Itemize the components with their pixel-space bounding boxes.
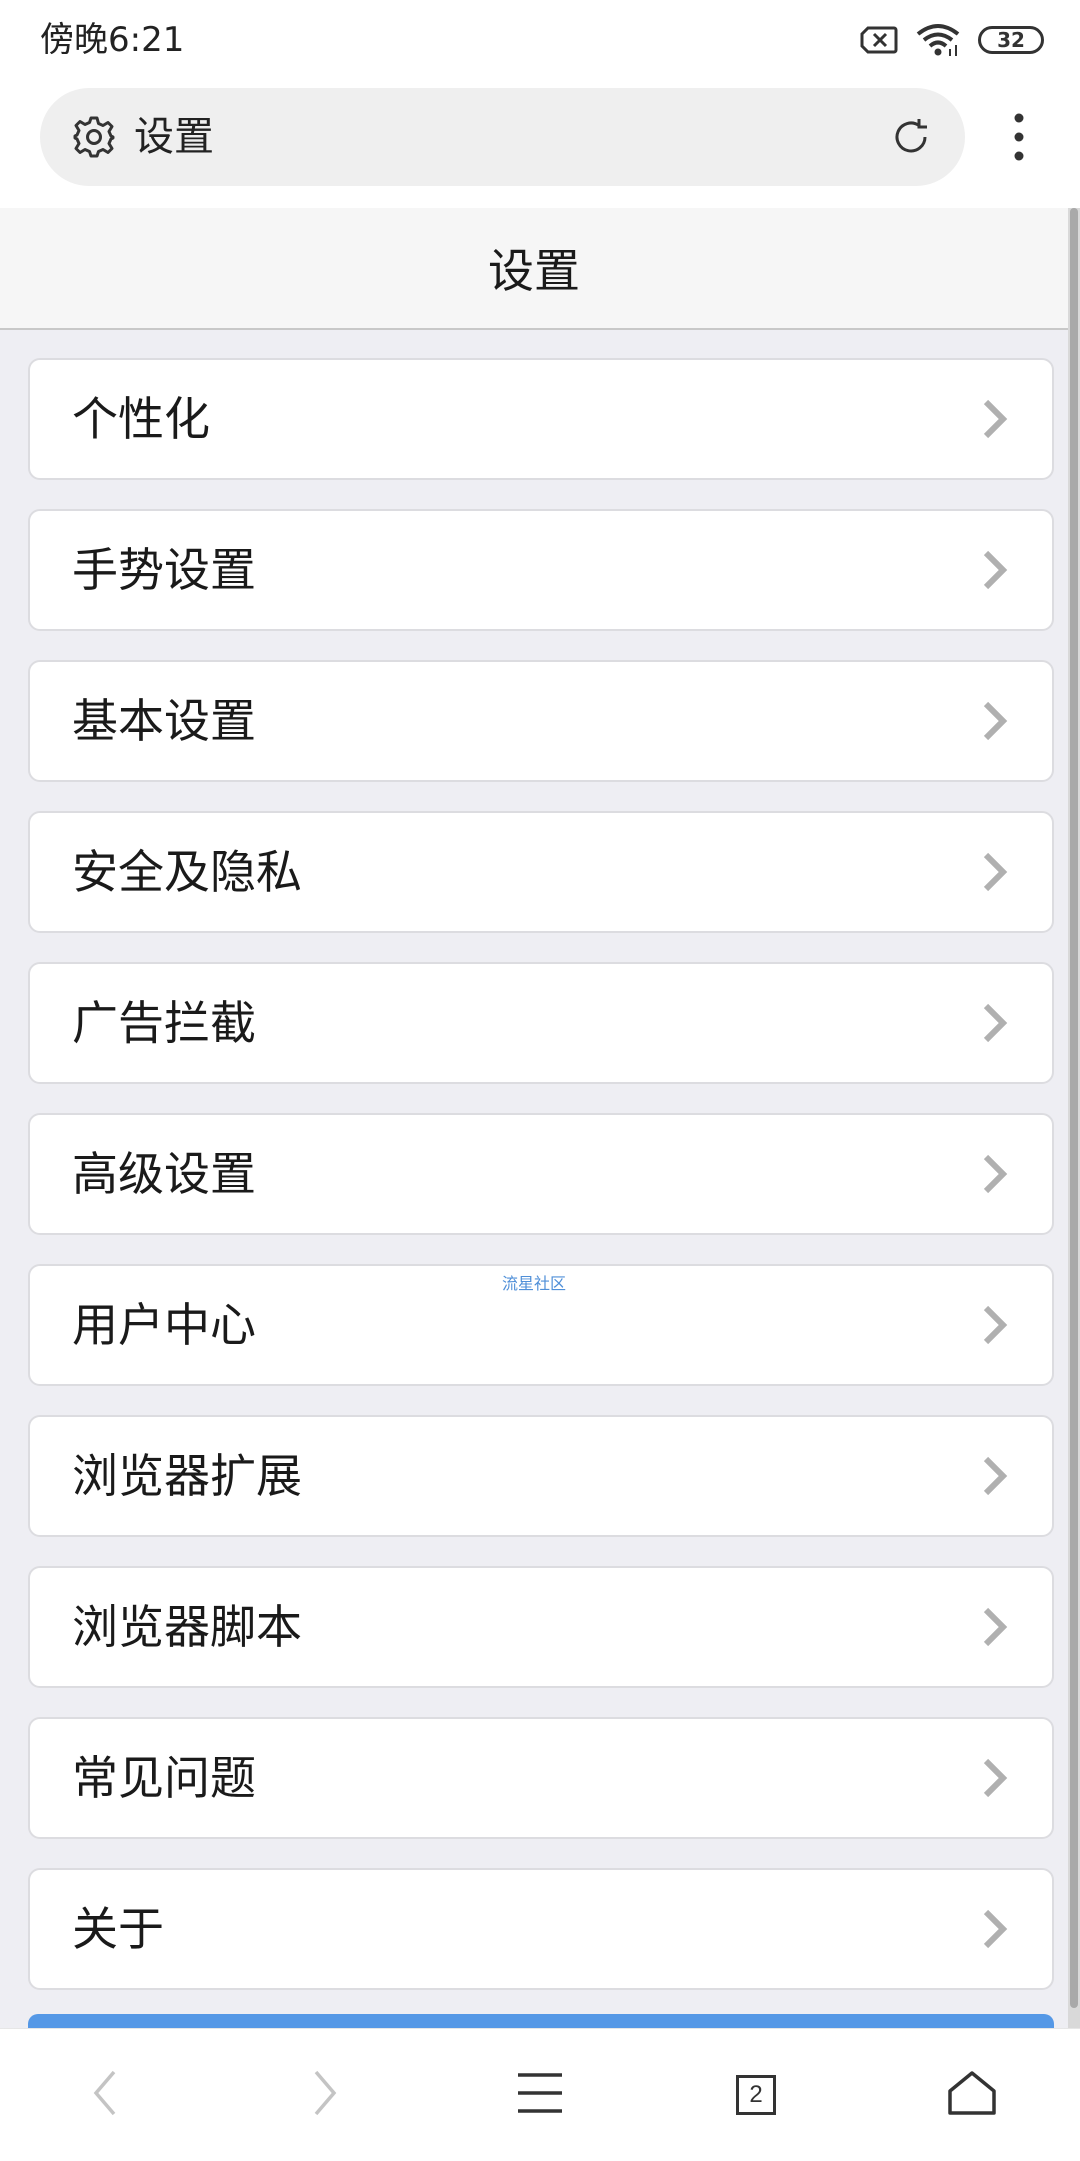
status-time: 傍晚6:21 (40, 20, 185, 60)
forward-button[interactable] (265, 2029, 385, 2161)
home-button[interactable] (912, 2029, 1032, 2161)
chevron-right-icon (982, 851, 1008, 893)
chevron-right-icon (982, 1606, 1008, 1648)
tabs-icon: 2 (736, 2075, 776, 2115)
battery-icon: 32 (978, 26, 1044, 54)
menu-item-security-privacy[interactable]: 安全及隐私 (28, 811, 1054, 933)
chevron-right-icon (982, 1153, 1008, 1195)
sim-off-icon (860, 25, 898, 55)
forward-icon (310, 2068, 340, 2122)
menu-item-label: 常见问题 (72, 1751, 256, 1805)
menu-item-label: 用户中心 (72, 1298, 256, 1352)
menu-button[interactable] (480, 2029, 600, 2161)
menu-item-label: 浏览器脚本 (72, 1600, 302, 1654)
menu-item-gesture-settings[interactable]: 手势设置 (28, 509, 1054, 631)
more-vertical-icon[interactable] (1004, 110, 1034, 164)
bottom-nav: 2 (0, 2028, 1080, 2160)
menu-item-label: 手势设置 (72, 543, 256, 597)
chevron-right-icon (982, 549, 1008, 591)
menu-item-about[interactable]: 关于 (28, 1868, 1054, 1990)
address-text: 设置 (134, 114, 214, 160)
menu-icon (516, 2071, 564, 2119)
home-icon (947, 2070, 997, 2120)
menu-item-basic-settings[interactable]: 基本设置 (28, 660, 1054, 782)
address-row: 设置 (0, 80, 1080, 208)
settings-page: 设置 个性化 手势设置 基本设置 安全及隐私 广告拦截 高级设置 用户中心 浏览… (0, 208, 1068, 2028)
gear-icon (72, 115, 116, 159)
status-bar: 傍晚6:21 32 (0, 0, 1080, 80)
chevron-right-icon (982, 1757, 1008, 1799)
settings-menu-list: 个性化 手势设置 基本设置 安全及隐私 广告拦截 高级设置 用户中心 浏览器扩展… (28, 358, 1054, 2019)
menu-item-user-center[interactable]: 用户中心 (28, 1264, 1054, 1386)
menu-item-label: 高级设置 (72, 1147, 256, 1201)
menu-item-faq[interactable]: 常见问题 (28, 1717, 1054, 1839)
menu-item-label: 浏览器扩展 (72, 1449, 302, 1503)
chevron-right-icon (982, 1908, 1008, 1950)
status-icons: 32 (860, 20, 1044, 60)
menu-item-personalization[interactable]: 个性化 (28, 358, 1054, 480)
page-title: 设置 (488, 244, 580, 298)
address-bar[interactable]: 设置 (40, 88, 965, 186)
chevron-right-icon (982, 398, 1008, 440)
chevron-right-icon (982, 1002, 1008, 1044)
back-icon (90, 2068, 120, 2122)
page-header: 设置 (0, 208, 1068, 330)
tabs-button[interactable]: 2 (696, 2029, 816, 2161)
scrollbar-thumb[interactable] (1070, 208, 1078, 2008)
menu-item-browser-extensions[interactable]: 浏览器扩展 (28, 1415, 1054, 1537)
menu-item-advanced-settings[interactable]: 高级设置 (28, 1113, 1054, 1235)
chevron-right-icon (982, 1304, 1008, 1346)
wifi-icon (916, 23, 960, 57)
menu-item-label: 关于 (72, 1902, 164, 1956)
reload-icon[interactable] (889, 115, 933, 159)
chevron-right-icon (982, 1455, 1008, 1497)
menu-item-label: 广告拦截 (72, 996, 256, 1050)
back-button[interactable] (45, 2029, 165, 2161)
chevron-right-icon (982, 700, 1008, 742)
menu-item-browser-scripts[interactable]: 浏览器脚本 (28, 1566, 1054, 1688)
scrollbar[interactable] (1068, 208, 1080, 2028)
menu-item-ad-block[interactable]: 广告拦截 (28, 962, 1054, 1084)
menu-item-label: 个性化 (72, 392, 210, 446)
menu-item-label: 基本设置 (72, 694, 256, 748)
menu-item-label: 安全及隐私 (72, 845, 302, 899)
